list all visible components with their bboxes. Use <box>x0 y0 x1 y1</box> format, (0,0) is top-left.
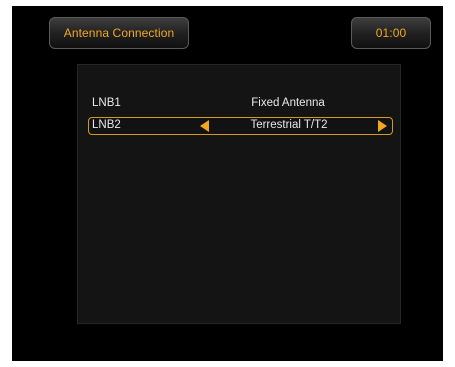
menu-title-box: Antenna Connection <box>49 17 189 49</box>
lnb2-row-selected[interactable]: LNB2 Terrestrial T/T2 <box>88 117 393 135</box>
lnb2-value: Terrestrial T/T2 <box>250 119 328 131</box>
lnb1-value: Fixed Antenna <box>251 97 325 109</box>
clock-text: 01:00 <box>375 26 407 40</box>
lnb1-row[interactable]: LNB1 Fixed Antenna <box>88 95 393 113</box>
clock-box: 01:00 <box>351 17 431 49</box>
settings-panel: LNB1 Fixed Antenna LNB2 Terrestrial T/T2 <box>77 64 401 324</box>
menu-title: Antenna Connection <box>63 26 175 40</box>
tv-screen: Antenna Connection 01:00 LNB1 Fixed Ante… <box>12 6 443 361</box>
left-arrow-icon[interactable] <box>200 120 209 132</box>
right-arrow-icon[interactable] <box>378 120 387 132</box>
lnb2-label: LNB2 <box>92 119 121 131</box>
lnb1-label: LNB1 <box>92 97 121 109</box>
